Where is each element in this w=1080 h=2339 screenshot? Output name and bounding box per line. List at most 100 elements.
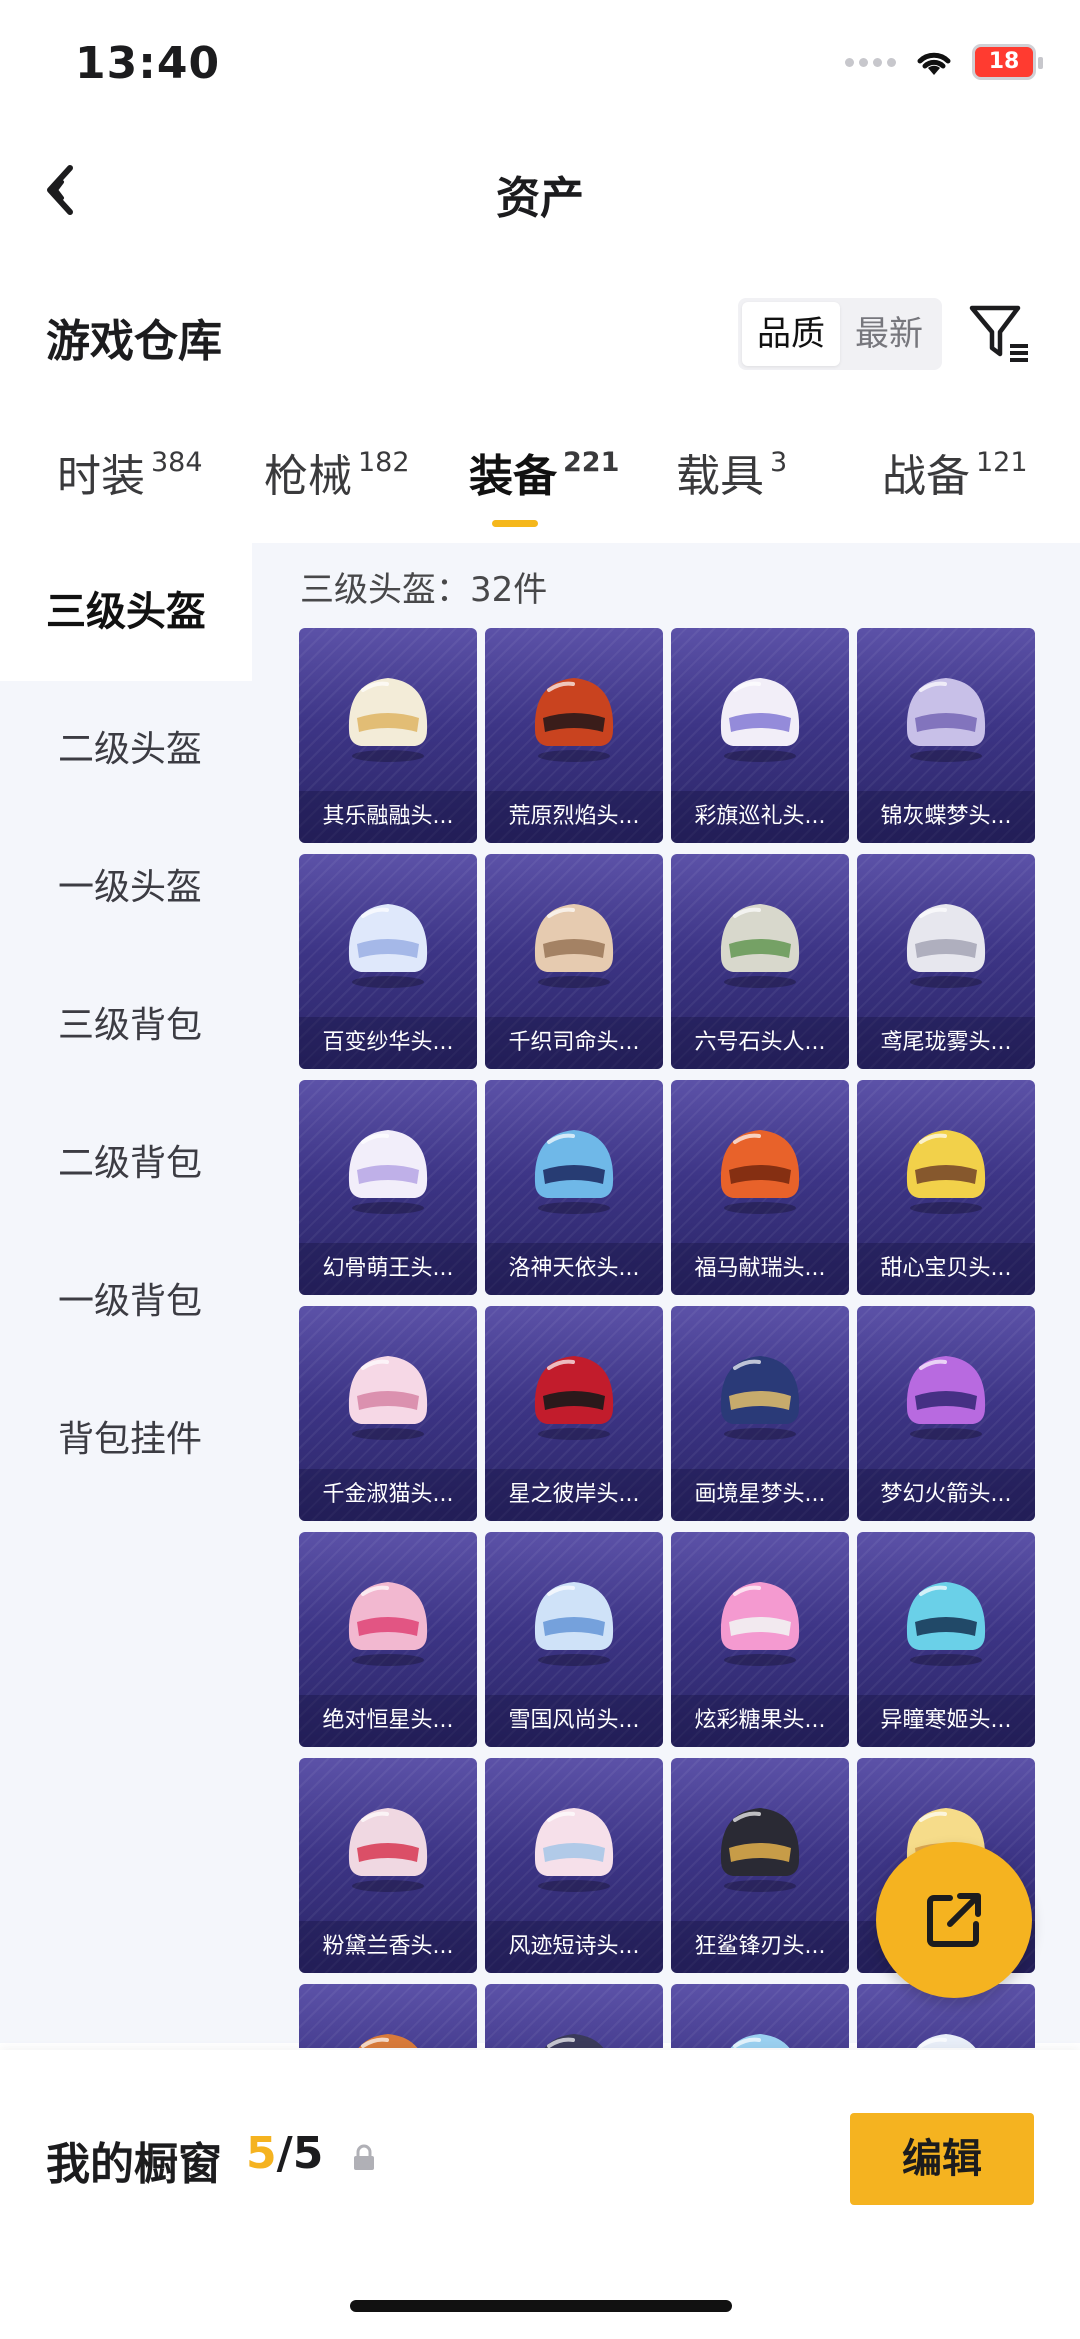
nav-bar: 资产 [0,140,1080,240]
tab-label: 战备 [882,451,970,502]
item-card[interactable]: 狂鲨锋刃头... [671,1758,849,1973]
item-card[interactable]: 百变纱华头... [299,854,477,1069]
item-count-label: 三级头盔：32件 [300,570,548,610]
item-name: 雪国风尚头... [485,1695,663,1747]
sidebar-item-lv2-backpack[interactable]: 二级背包 [0,1095,252,1233]
sidebar-item-lv2-helmet[interactable]: 二级头盔 [0,681,252,819]
item-card[interactable] [299,1984,477,2048]
item-name: 梦幻火箭头... [857,1469,1035,1521]
item-card[interactable] [671,1984,849,2048]
helmet-icon [730,2034,790,2048]
showcase-count: 5/5 [246,2128,323,2179]
item-name: 其乐融融头... [299,791,477,843]
item-name: 幻骨萌王头... [299,1243,477,1295]
helmet-icon [534,1356,614,1440]
tab-firearms[interactable]: 枪械 182 [264,440,410,504]
helmet-icon [358,2034,418,2048]
item-card[interactable]: 异瞳寒姬头... [857,1532,1035,1747]
sidebar: 三级头盔 二级头盔 一级头盔 三级背包 二级背包 一级背包 背包挂件 [0,543,252,2043]
tab-label: 装备 [469,451,557,502]
item-name: 荒原烈焰头... [485,791,663,843]
item-card[interactable]: 六号石头人... [671,854,849,1069]
item-card[interactable]: 其乐融融头... [299,628,477,843]
sidebar-item-lv1-backpack[interactable]: 一级背包 [0,1233,252,1371]
sidebar-item-lv1-helmet[interactable]: 一级头盔 [0,819,252,957]
item-card[interactable]: 鸢尾珑雾头... [857,854,1035,1069]
helmet-icon [534,1130,614,1214]
battery-icon: 18 [972,44,1043,80]
item-card[interactable]: 雪国风尚头... [485,1532,663,1747]
item-card[interactable]: 洛神天依头... [485,1080,663,1295]
item-name: 鸢尾珑雾头... [857,1017,1035,1069]
tab-label: 载具 [676,451,764,502]
signal-icon [845,57,896,67]
tab-supplies[interactable]: 战备 121 [882,440,1028,504]
helmet-icon [906,678,986,762]
status-indicators: 18 [845,44,1043,80]
helmet-icon [348,1808,428,1892]
helmet-icon [720,678,800,762]
item-name: 绝对恒星头... [299,1695,477,1747]
wifi-icon [917,52,951,75]
item-card[interactable]: 星之彼岸头... [485,1306,663,1521]
item-card[interactable] [485,1984,663,2048]
helmet-icon [906,1130,986,1214]
helmet-icon [906,1356,986,1440]
showcase-label: 我的橱窗 [46,2139,222,2190]
share-icon [927,1893,981,1947]
item-card[interactable]: 福马献瑞头... [671,1080,849,1295]
helmet-icon [916,2034,976,2048]
bottom-bar: 我的橱窗 5/5 编辑 [0,2050,1080,2339]
item-card[interactable]: 绝对恒星头... [299,1532,477,1747]
item-card[interactable]: 炫彩糖果头... [671,1532,849,1747]
sidebar-item-lv3-backpack[interactable]: 三级背包 [0,957,252,1095]
item-card[interactable]: 画境星梦头... [671,1306,849,1521]
filter-icon[interactable] [966,300,1032,366]
category-tabs: 时装 384 枪械 182 装备 221 载具 3 战备 121 [0,440,1080,540]
item-card[interactable]: 锦灰蝶梦头... [857,628,1035,843]
helmet-icon [348,678,428,762]
item-name: 甜心宝贝头... [857,1243,1035,1295]
showcase-current: 5 [246,2128,277,2179]
tab-fashion[interactable]: 时装 384 [57,440,203,504]
helmet-icon [534,904,614,988]
helmet-icon [720,1582,800,1666]
tab-equipment[interactable]: 装备 221 [469,440,619,504]
item-card[interactable]: 风迹短诗头... [485,1758,663,1973]
item-name: 粉黛兰香头... [299,1921,477,1973]
tab-count: 3 [770,447,788,478]
item-name: 锦灰蝶梦头... [857,791,1035,843]
sidebar-item-lv3-helmet[interactable]: 三级头盔 [0,543,252,681]
helmet-icon [906,1582,986,1666]
helmet-icon [720,1356,800,1440]
sort-latest-option[interactable]: 最新 [840,302,938,366]
item-name: 彩旗巡礼头... [671,791,849,843]
item-card[interactable]: 彩旗巡礼头... [671,628,849,843]
showcase-total: /5 [276,2128,324,2179]
edit-button[interactable]: 编辑 [850,2113,1034,2205]
warehouse-title: 游戏仓库 [46,316,222,367]
item-card[interactable]: 千织司命头... [485,854,663,1069]
sidebar-item-backpack-charm[interactable]: 背包挂件 [0,1371,252,1509]
helmet-icon [534,1808,614,1892]
item-name: 星之彼岸头... [485,1469,663,1521]
tab-label: 时装 [57,451,145,502]
helmet-icon [534,678,614,762]
tab-count: 182 [358,447,410,478]
item-card[interactable]: 粉黛兰香头... [299,1758,477,1973]
item-grid: 其乐融融头... 荒原烈焰头... 彩旗巡礼头... 锦灰蝶梦头... 百变纱华头...… [299,628,1035,2048]
helmet-icon [720,904,800,988]
active-tab-indicator [492,520,538,527]
share-button[interactable] [876,1842,1032,1998]
item-card[interactable]: 荒原烈焰头... [485,628,663,843]
item-card[interactable]: 甜心宝贝头... [857,1080,1035,1295]
helmet-icon [720,1808,800,1892]
item-card[interactable]: 千金淑猫头... [299,1306,477,1521]
item-name: 福马献瑞头... [671,1243,849,1295]
item-name: 画境星梦头... [671,1469,849,1521]
item-name: 狂鲨锋刃头... [671,1921,849,1973]
sort-quality-option[interactable]: 品质 [742,302,840,366]
item-card[interactable]: 梦幻火箭头... [857,1306,1035,1521]
item-card[interactable]: 幻骨萌王头... [299,1080,477,1295]
tab-vehicles[interactable]: 载具 3 [676,440,787,504]
